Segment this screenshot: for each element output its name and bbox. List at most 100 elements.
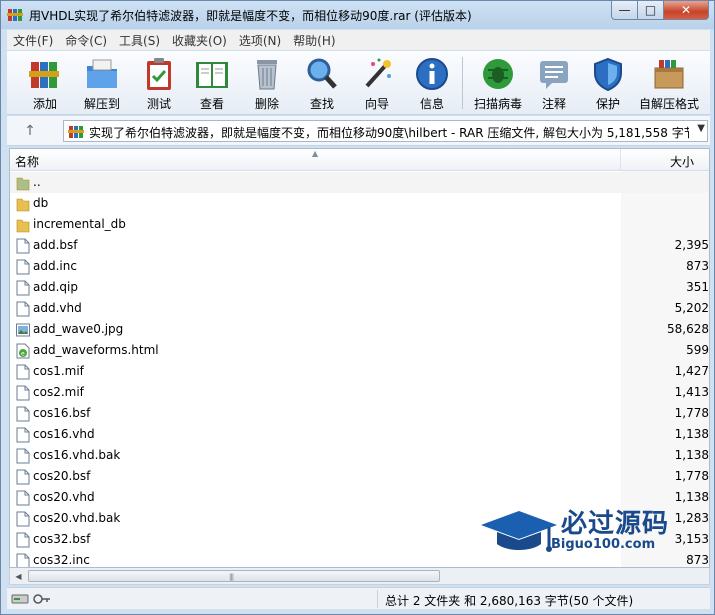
file-name: cos32.bsf: [33, 532, 91, 546]
path-combobox[interactable]: 实现了希尔伯特滤波器，即就是幅度不变，而相位移动90度\hilbert - RA…: [63, 120, 708, 142]
file-size: 599: [686, 343, 709, 357]
extract-to-button[interactable]: 解压到: [76, 53, 128, 113]
trash-delete-icon: [257, 60, 277, 90]
maximize-button[interactable]: □: [638, 1, 664, 20]
file-size: 1,778: [674, 469, 709, 483]
dropdown-arrow-icon[interactable]: ▼: [697, 123, 705, 134]
file-row[interactable]: cos16.vhd.bak 1,138: [10, 445, 709, 466]
info-icon: [416, 58, 448, 90]
comment-button[interactable]: 注释: [528, 53, 580, 113]
menu-help[interactable]: 帮助(H): [287, 32, 341, 49]
document-file-icon: [16, 238, 30, 254]
file-row[interactable]: cos1.mif 1,427: [10, 361, 709, 382]
watermark-logo: 必过源码 Biguo100.com: [479, 503, 689, 559]
file-row[interactable]: add_wave0.jpg 58,628: [10, 319, 709, 340]
graduation-cap-icon: [481, 511, 557, 552]
file-name: cos16.vhd.bak: [33, 448, 121, 462]
file-row[interactable]: e add_waveforms.html 599: [10, 340, 709, 361]
file-name: incremental_db: [33, 217, 126, 231]
book-view-icon: [196, 62, 228, 88]
protect-button[interactable]: 保护: [582, 53, 634, 113]
arrow-up-icon: ↑: [24, 123, 36, 139]
scrollbar-grip-icon: |||: [229, 573, 234, 581]
scrollbar-thumb[interactable]: |||: [28, 570, 440, 582]
info-button[interactable]: 信息: [406, 53, 458, 113]
winrar-window: 用VHDL实现了希尔伯特滤波器，即就是幅度不变，而相位移动90度.rar (评估…: [0, 0, 715, 615]
file-size: 1,427: [674, 364, 709, 378]
file-row[interactable]: cos2.mif 1,413: [10, 382, 709, 403]
scan-virus-button[interactable]: 扫描病毒: [469, 53, 527, 113]
find-button[interactable]: 查找: [296, 53, 348, 113]
file-name: add_waveforms.html: [33, 343, 159, 357]
column-size-header[interactable]: 大小: [670, 153, 694, 170]
file-name: cos20.vhd.bak: [33, 511, 121, 525]
file-size: 5,202: [674, 301, 709, 315]
folder-extract-icon: [87, 59, 117, 88]
file-row[interactable]: cos20.bsf 1,778: [10, 466, 709, 487]
file-name: cos20.vhd: [33, 490, 95, 504]
file-row[interactable]: add.qip 351: [10, 277, 709, 298]
file-name: add.qip: [33, 280, 78, 294]
up-folder-button[interactable]: ↑: [21, 122, 39, 140]
file-size: 873: [686, 259, 709, 273]
document-file-icon: [16, 301, 30, 317]
drive-key-icon: [11, 594, 50, 604]
document-file-icon: [16, 469, 30, 485]
document-file-icon: [16, 280, 30, 296]
file-row[interactable]: cos16.vhd 1,138: [10, 424, 709, 445]
column-name-header[interactable]: 名称: [15, 153, 39, 170]
add-button[interactable]: 添加: [19, 53, 71, 113]
wizard-button[interactable]: 向导: [351, 53, 403, 113]
file-size: 1,413: [674, 385, 709, 399]
menu-options[interactable]: 选项(N): [233, 32, 287, 49]
clipboard-test-icon: [147, 58, 171, 90]
menu-file[interactable]: 文件(F): [7, 32, 59, 49]
file-size: 58,628: [667, 322, 709, 336]
watermark-en-text: Biguo100.com: [551, 537, 656, 552]
document-file-icon: [16, 259, 30, 275]
menu-tools[interactable]: 工具(S): [113, 32, 166, 49]
html-file-icon: e: [16, 343, 30, 359]
file-row[interactable]: add.inc 873: [10, 256, 709, 277]
document-file-icon: [16, 385, 30, 401]
file-name: cos2.mif: [33, 385, 84, 399]
rar-archive-icon: [68, 126, 84, 138]
watermark-cn-text: 必过源码: [561, 509, 670, 539]
delete-button[interactable]: 删除: [241, 53, 293, 113]
folder-icon: [16, 196, 30, 212]
close-button[interactable]: ✕: [664, 1, 709, 20]
document-file-icon: [16, 553, 30, 567]
file-name: cos32.inc: [33, 553, 90, 567]
toolbar: 添加 解压到 测试 查看 删除 查找 向导 信息 扫描病毒 注释 保护 自解压格…: [7, 51, 710, 115]
column-divider[interactable]: [620, 149, 621, 171]
document-file-icon: [16, 364, 30, 380]
sort-ascending-icon: ▲: [312, 149, 319, 158]
file-name: add.vhd: [33, 301, 82, 315]
parent-folder-icon: [16, 175, 30, 191]
document-file-icon: [16, 511, 30, 527]
file-row[interactable]: add.vhd 5,202: [10, 298, 709, 319]
test-button[interactable]: 测试: [133, 53, 185, 113]
file-row[interactable]: cos16.bsf 1,778: [10, 403, 709, 424]
scroll-left-button[interactable]: ◀: [10, 568, 27, 584]
shield-protect-icon: [594, 57, 622, 92]
file-name: add_wave0.jpg: [33, 322, 124, 336]
file-size: 1,138: [674, 490, 709, 504]
menu-commands[interactable]: 命令(C): [59, 32, 113, 49]
file-row[interactable]: db: [10, 193, 709, 214]
view-button[interactable]: 查看: [186, 53, 238, 113]
title-bar: 用VHDL实现了希尔伯特滤波器，即就是幅度不变，而相位移动90度.rar (评估…: [1, 1, 714, 29]
file-row[interactable]: add.bsf 2,395: [10, 235, 709, 256]
document-file-icon: [16, 427, 30, 443]
menu-favorites[interactable]: 收藏夹(O): [166, 32, 233, 49]
file-size: 1,138: [674, 448, 709, 462]
minimize-button[interactable]: —: [611, 1, 638, 20]
file-row[interactable]: ..: [10, 172, 709, 193]
file-size: 2,395: [674, 238, 709, 252]
document-file-icon: [16, 532, 30, 548]
file-row[interactable]: incremental_db: [10, 214, 709, 235]
file-name: cos20.bsf: [33, 469, 91, 483]
horizontal-scrollbar[interactable]: ◀ |||: [9, 568, 710, 585]
sfx-button[interactable]: 自解压格式: [637, 53, 701, 113]
sfx-box-icon: [654, 60, 684, 89]
